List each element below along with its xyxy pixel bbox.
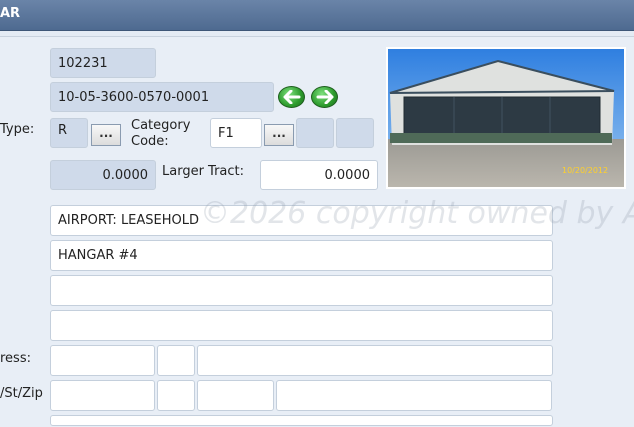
previous-record-button[interactable] — [278, 86, 305, 108]
next-record-button[interactable] — [311, 86, 338, 108]
type-field: R — [50, 118, 88, 148]
window-title: AR — [0, 6, 21, 21]
state-input[interactable] — [157, 380, 195, 411]
category-label-line-1: Category — [131, 118, 191, 133]
address-number-input[interactable] — [50, 345, 155, 376]
address-label: ress: — [0, 351, 31, 366]
description-line-2-input[interactable]: HANGAR #4 — [50, 240, 553, 271]
type-lookup-button[interactable]: ... — [91, 124, 121, 146]
next-row-input[interactable] — [50, 415, 553, 426]
city-state-extra-input[interactable] — [276, 380, 552, 411]
address-direction-input[interactable] — [157, 345, 195, 376]
category-label-line-2: Code: — [131, 134, 169, 149]
zip-input[interactable] — [197, 380, 274, 411]
category-extra-field-2 — [336, 118, 374, 148]
city-input[interactable] — [50, 380, 155, 411]
category-lookup-button[interactable]: ... — [264, 124, 294, 146]
property-id-field: 102231 — [50, 48, 156, 78]
description-line-1-input[interactable]: AIRPORT: LEASEHOLD — [50, 205, 553, 236]
description-line-4-input[interactable] — [50, 310, 553, 341]
property-photo: 10/20/2012 — [386, 47, 626, 189]
window-titlebar: AR — [0, 0, 634, 31]
arrow-left-icon — [283, 90, 301, 104]
acres-field: 0.0000 — [50, 160, 156, 190]
arrow-right-icon — [316, 90, 334, 104]
city-state-zip-label: /St/Zip — [0, 386, 43, 401]
description-line-3-input[interactable] — [50, 275, 553, 306]
type-label: Type: — [0, 122, 35, 137]
category-code-input[interactable]: F1 — [210, 118, 262, 148]
parcel-number-field: 10-05-3600-0570-0001 — [50, 82, 274, 112]
photo-date-stamp: 10/20/2012 — [562, 166, 608, 175]
larger-tract-label: Larger Tract: — [162, 164, 245, 179]
address-street-input[interactable] — [197, 345, 553, 376]
category-extra-field-1 — [296, 118, 334, 148]
larger-tract-input[interactable]: 0.0000 — [260, 160, 378, 190]
